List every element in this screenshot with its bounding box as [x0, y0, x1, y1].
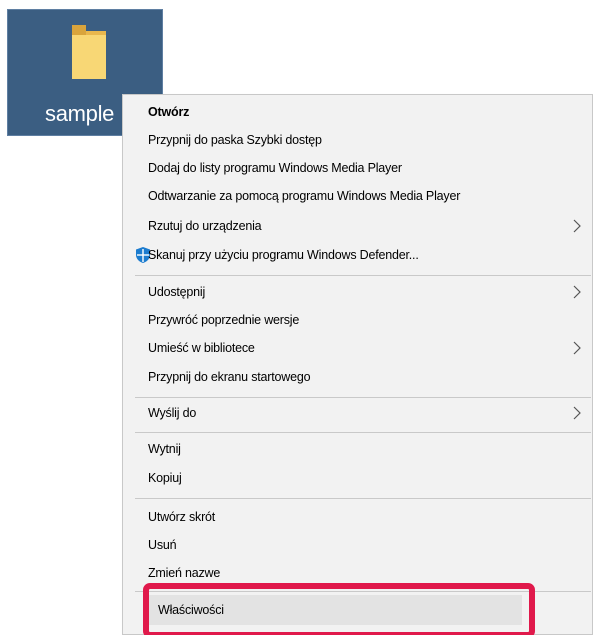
chevron-right-icon — [573, 285, 581, 299]
menu-item-pin-to-start[interactable]: Przypnij do ekranu startowego — [123, 364, 592, 390]
menu-item-scan-defender[interactable]: Skanuj przy użyciu programu Windows Defe… — [123, 242, 592, 268]
menu-item-label: Utwórz skrót — [148, 510, 216, 524]
context-menu: Otwórz Przypnij do paska Szybki dostęp D… — [122, 94, 593, 635]
menu-item-send-to[interactable]: Wyślij do — [123, 400, 592, 426]
desktop: sample Otwórz Przypnij do paska Szybki d… — [0, 0, 593, 635]
menu-item-delete[interactable]: Usuń — [123, 532, 592, 558]
menu-item-label: Rzutuj do urządzenia — [148, 219, 262, 233]
menu-separator — [135, 432, 591, 433]
menu-item-label: Odtwarzanie za pomocą programu Windows M… — [148, 189, 461, 203]
menu-item-open[interactable]: Otwórz — [123, 99, 592, 125]
menu-item-label: Usuń — [148, 538, 177, 552]
menu-item-add-to-wmp-list[interactable]: Dodaj do listy programu Windows Media Pl… — [123, 155, 592, 181]
menu-item-restore-previous-versions[interactable]: Przywróć poprzednie wersje — [123, 307, 592, 333]
menu-item-include-in-library[interactable]: Umieść w bibliotece — [123, 335, 592, 361]
chevron-right-icon — [573, 406, 581, 420]
menu-item-copy[interactable]: Kopiuj — [123, 465, 592, 491]
menu-item-label: Umieść w bibliotece — [148, 341, 255, 355]
menu-item-label: Wyślij do — [148, 406, 197, 420]
menu-item-label: Wytnij — [148, 442, 181, 456]
menu-item-share[interactable]: Udostępnij — [123, 279, 592, 305]
menu-item-label: Otwórz — [148, 105, 190, 119]
menu-item-pin-quick-access[interactable]: Przypnij do paska Szybki dostęp — [123, 127, 592, 153]
menu-item-cast-to-device[interactable]: Rzutuj do urządzenia — [123, 213, 592, 239]
folder-icon — [72, 25, 106, 79]
menu-item-label: Udostępnij — [148, 285, 206, 299]
menu-item-label: Skanuj przy użyciu programu Windows Defe… — [148, 248, 419, 262]
menu-item-label: Przywróć poprzednie wersje — [148, 313, 300, 327]
menu-item-create-shortcut[interactable]: Utwórz skrót — [123, 504, 592, 530]
menu-item-label: Przypnij do ekranu startowego — [148, 370, 311, 384]
chevron-right-icon — [573, 219, 581, 233]
menu-item-label: Kopiuj — [148, 471, 182, 485]
menu-separator — [135, 397, 591, 398]
menu-item-label: Dodaj do listy programu Windows Media Pl… — [148, 161, 402, 175]
menu-separator — [135, 498, 591, 499]
menu-item-cut[interactable]: Wytnij — [123, 436, 592, 462]
menu-item-label: Przypnij do paska Szybki dostęp — [148, 133, 322, 147]
highlight-annotation — [143, 583, 535, 635]
chevron-right-icon — [573, 341, 581, 355]
menu-separator — [135, 275, 591, 276]
menu-item-play-with-wmp[interactable]: Odtwarzanie za pomocą programu Windows M… — [123, 183, 592, 209]
folder-name: sample — [45, 101, 115, 126]
